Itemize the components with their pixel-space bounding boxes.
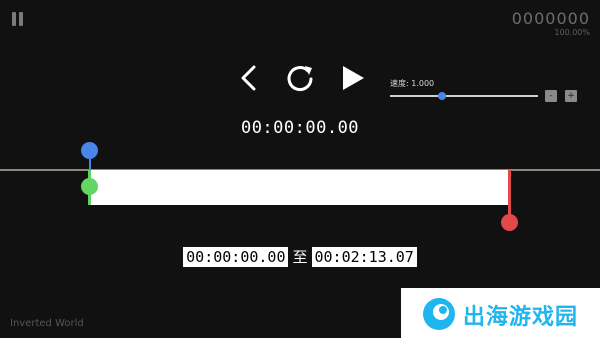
watermark-text: 出海游戏园 <box>463 305 579 330</box>
restart-icon <box>287 66 313 92</box>
previous-button[interactable] <box>234 62 266 94</box>
current-time: 00:00:00.00 <box>240 118 360 138</box>
speed-slider[interactable] <box>390 95 538 97</box>
speed-slider-thumb[interactable] <box>437 92 446 100</box>
start-marker-handle[interactable] <box>81 178 98 195</box>
speed-increase-button[interactable]: + <box>565 90 577 102</box>
time-range: 00:00:00.00 至 00:02:13.07 <box>0 246 600 267</box>
pause-icon-bar-right <box>19 12 23 26</box>
restart-button[interactable] <box>284 62 316 94</box>
playhead-handle[interactable] <box>81 142 98 159</box>
watermark: 出海游戏园 <box>401 288 600 338</box>
accuracy-percent: 100.00% <box>554 28 590 37</box>
timeline-bar[interactable] <box>90 170 509 205</box>
watermark-logo-icon <box>423 298 455 330</box>
pause-button[interactable] <box>10 12 26 28</box>
end-marker-line <box>508 170 511 220</box>
play-icon <box>343 66 364 90</box>
pause-icon-bar-left <box>12 12 16 26</box>
range-end-time[interactable]: 00:02:13.07 <box>311 247 417 267</box>
score-display: 0000000 <box>511 9 590 28</box>
speed-decrease-button[interactable]: - <box>545 90 557 102</box>
range-start-time[interactable]: 00:00:00.00 <box>183 247 289 267</box>
speed-label: 速度: 1.000 <box>390 79 435 88</box>
play-button[interactable] <box>336 62 368 94</box>
song-title: Inverted World <box>10 318 84 329</box>
chevron-left-icon <box>241 65 256 91</box>
end-marker-handle[interactable] <box>501 214 518 231</box>
range-separator: 至 <box>292 248 308 266</box>
